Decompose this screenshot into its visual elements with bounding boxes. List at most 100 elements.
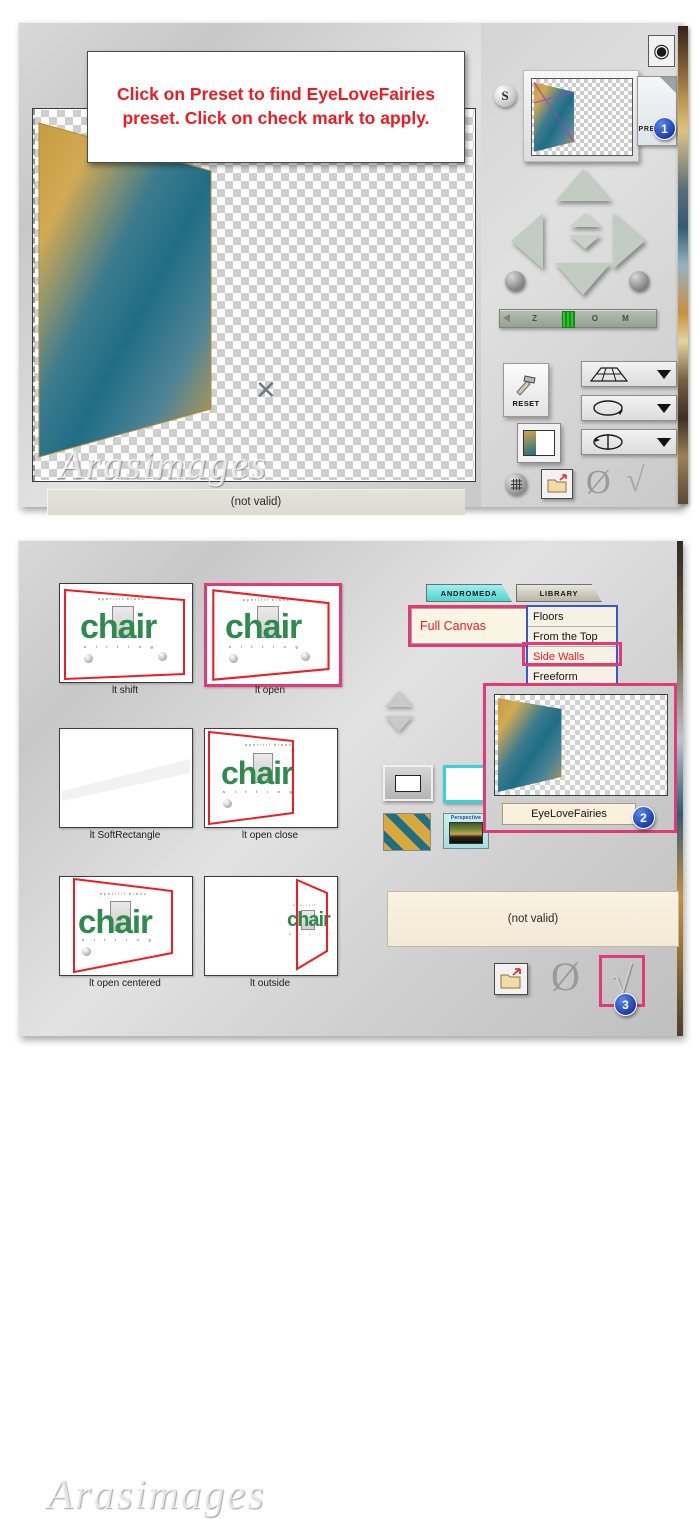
nav-right-arrow[interactable] — [613, 213, 645, 269]
zoom-slider-label: Z O O M — [532, 314, 640, 323]
s-button-label: S — [501, 88, 509, 103]
step-badge-3: 3 — [614, 993, 637, 1016]
menu-item-label: Side Walls — [533, 650, 585, 663]
perspective-swatch-thumbnail — [449, 822, 483, 844]
thumbnail-label: lt SoftRectangle — [89, 830, 161, 841]
zoom-left-arrow-icon — [503, 314, 510, 322]
menu-item-side-walls[interactable]: Side Walls — [528, 647, 616, 667]
step-badge-1: 1 — [653, 117, 676, 140]
category-full-canvas[interactable]: Full Canvas — [411, 608, 537, 644]
flip-dropdown[interactable] — [581, 429, 677, 455]
thumbnail-lt-outside[interactable]: a p e r i t i f chair s i t t i n lt out… — [204, 876, 338, 989]
chevron-down-icon — [657, 369, 671, 379]
thumbnail-image: a p e r i t i f b l a n c chair s i t t … — [204, 583, 342, 687]
open-folder-icon[interactable] — [494, 963, 528, 995]
preview-frame — [523, 70, 639, 162]
tab-andromeda[interactable]: ANDROMEDA — [426, 584, 512, 602]
instruction-text: Click on Preset to find EyeLoveFairies p… — [116, 84, 436, 128]
thumbnail-lt-open-centered[interactable]: a p e r i t i f b l a n c chair s i t t … — [59, 876, 193, 989]
nav-up-small-arrow[interactable] — [569, 213, 601, 227]
rotate-left-knob[interactable] — [505, 271, 525, 291]
reset-button-label: RESET — [512, 399, 540, 408]
preview-thumbnail[interactable] — [531, 78, 633, 156]
preset-shape — [497, 698, 562, 792]
status-bar: (not valid) — [47, 489, 465, 515]
flip-icon — [593, 434, 623, 450]
source-image-strip-bottom — [677, 541, 683, 1036]
source-image-strip — [678, 26, 688, 504]
watermark: Arasimages — [47, 1472, 266, 1518]
perspective-outline — [64, 588, 185, 681]
menu-item-label: Freeform — [533, 671, 578, 683]
chevron-down-icon — [657, 403, 671, 413]
main-canvas[interactable]: ✕ — [32, 108, 476, 482]
library-menu: Floors From the Top Side Walls Freeform — [526, 605, 618, 693]
page-fold-icon — [660, 77, 676, 93]
menu-item-label: Floors — [533, 610, 564, 623]
perspective-grid-dropdown[interactable] — [581, 361, 677, 387]
rotate-icon — [593, 400, 623, 416]
andromeda-main-window: ✕ Arasimages Click on Preset to find Eye… — [18, 22, 682, 515]
thumbnail-image: a p e r i t i f b l a n c chair s i t t … — [59, 583, 193, 683]
instruction-callout: Click on Preset to find EyeLoveFairies p… — [87, 51, 465, 163]
rotate-dropdown[interactable] — [581, 395, 677, 421]
reset-button[interactable]: RESET — [503, 363, 549, 417]
tab-label: LIBRARY — [539, 588, 579, 598]
tab-label: ANDROMEDA — [440, 588, 498, 598]
thumbnail-image: a p e r i t i f b l a n c chair s i t t … — [204, 728, 338, 828]
zoom-slider-handle[interactable] — [562, 311, 575, 328]
preset-name-label: EyeLoveFairies — [531, 808, 607, 820]
soft-rectangle-shape — [62, 731, 190, 801]
preview-shape — [533, 81, 575, 152]
cancel-null-icon[interactable]: Ø — [551, 957, 580, 997]
thumbnail-lt-shift[interactable]: a p e r i t i f b l a n c chair s i t t … — [59, 583, 193, 696]
apply-check-icon[interactable]: √ — [626, 464, 645, 498]
folder-glyph-icon — [547, 474, 567, 493]
thumbnail-image: a p e r i t i f b l a n c chair s i t t … — [59, 876, 193, 976]
thumbnail-lt-open-close[interactable]: a p e r i t i f b l a n c chair s i t t … — [204, 728, 338, 841]
menu-item-from-the-top[interactable]: From the Top — [528, 627, 616, 647]
hammer-icon — [516, 375, 536, 396]
andromeda-library-window: a p e r i t i f b l a n c chair s i t t … — [18, 540, 683, 1518]
thumbnail-label: lt open centered — [89, 978, 161, 989]
perspective-outline — [296, 878, 328, 971]
grid-glyph-icon — [510, 478, 522, 490]
thumbnail-image: a p e r i t i f chair s i t t i n — [204, 876, 338, 976]
camera-icon[interactable]: ◉ — [648, 35, 675, 67]
nav-up-arrow[interactable] — [555, 169, 611, 201]
grid-icon[interactable] — [505, 473, 527, 495]
sphere-s-button[interactable]: S — [494, 85, 516, 107]
selection-marquee — [33, 109, 477, 481]
preset-name-field[interactable]: EyeLoveFairies — [502, 803, 636, 825]
scroll-down-arrow[interactable] — [385, 716, 413, 732]
category-label: Full Canvas — [420, 619, 486, 633]
perspective-outline — [73, 877, 173, 974]
zoom-slider[interactable]: Z O O M — [499, 309, 657, 328]
category-highlight-box: Full Canvas — [408, 605, 540, 647]
cancel-null-icon[interactable]: Ø — [586, 466, 611, 500]
thumbnail-label: lt shift — [111, 685, 139, 696]
menu-item-floors[interactable]: Floors — [528, 607, 616, 627]
control-panel: ◉ S PRESETS 1 — [481, 23, 681, 507]
layer-preview-button[interactable] — [517, 423, 561, 463]
gradient-swatch-button[interactable] — [383, 813, 431, 851]
thumbnail-lt-softrectangle[interactable]: lt SoftRectangle — [59, 728, 193, 841]
nav-down-arrow[interactable] — [555, 263, 611, 295]
perspective-outline — [212, 589, 330, 681]
view-mode-button-1[interactable] — [383, 765, 433, 801]
open-folder-icon[interactable] — [541, 469, 573, 499]
folder-glyph-icon — [500, 968, 521, 989]
rotate-right-knob[interactable] — [629, 271, 649, 291]
nav-down-small-arrow[interactable] — [569, 235, 601, 249]
thumbnail-lt-open[interactable]: a p e r i t i f b l a n c chair s i t t … — [204, 583, 342, 696]
thumbnail-label: lt open close — [241, 830, 299, 841]
thumbnail-image — [59, 728, 193, 828]
step-badge-2: 2 — [632, 806, 655, 829]
nav-left-arrow[interactable] — [511, 213, 543, 269]
thumbnail-label: lt outside — [249, 978, 291, 989]
status-bar: (not valid) — [387, 891, 679, 947]
scroll-up-arrow[interactable] — [385, 691, 413, 707]
thumbnail-label: lt open — [254, 685, 286, 696]
tab-library[interactable]: LIBRARY — [516, 584, 602, 602]
status-text: (not valid) — [507, 913, 559, 925]
